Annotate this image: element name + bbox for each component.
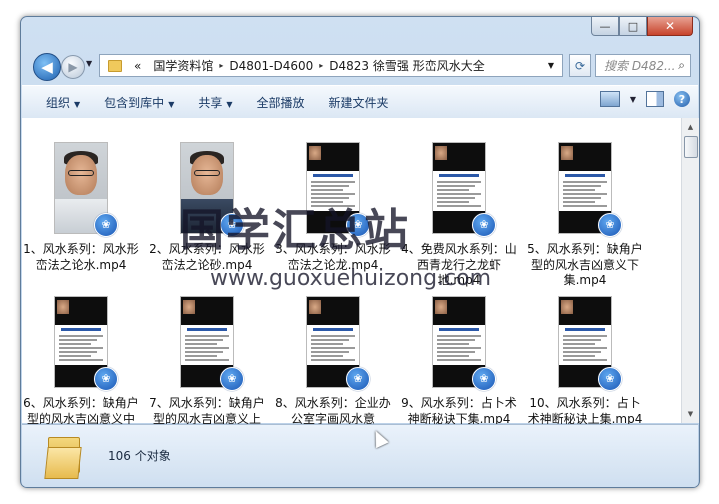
media-player-icon: ❀ xyxy=(94,367,118,391)
breadcrumb-segment[interactable]: 国学资料馆 xyxy=(147,57,219,74)
media-player-icon: ❀ xyxy=(598,213,622,237)
media-player-icon: ❀ xyxy=(472,213,496,237)
refresh-button[interactable]: ⟳ xyxy=(569,54,591,77)
scroll-thumb[interactable] xyxy=(684,136,698,158)
file-item[interactable]: ❀ 5、风水系列：缺角户型的风水吉凶意义下集.mp4 xyxy=(526,142,644,289)
share-menu[interactable]: 共享 ▼ xyxy=(198,94,232,111)
window-controls: — □ ✕ xyxy=(591,17,693,36)
media-player-icon: ❀ xyxy=(220,367,244,391)
search-placeholder: 搜索 D482... xyxy=(604,59,676,73)
file-name: 10、风水系列：占卜术神断秘诀上集.mp4 xyxy=(527,396,643,426)
breadcrumb-segment[interactable]: D4801-D4600 xyxy=(223,59,319,73)
file-item[interactable]: ❀6、风水系列：缺角户型的风水吉凶意义中集.mp4 xyxy=(22,296,140,443)
navigation-bar: ◀ ▶ ▼ « 国学资料馆 ▸ D4801-D4600 ▸ D4823 徐雪强 … xyxy=(29,50,691,82)
media-player-icon: ❀ xyxy=(598,367,622,391)
recent-pages-dropdown-icon[interactable]: ▼ xyxy=(86,59,92,68)
chevron-down-icon: ▼ xyxy=(74,99,81,109)
organize-menu[interactable]: 组织 ▼ xyxy=(46,94,80,111)
media-player-icon: ❀ xyxy=(472,367,496,391)
media-player-icon: ❀ xyxy=(346,367,370,391)
address-bar[interactable]: « 国学资料馆 ▸ D4801-D4600 ▸ D4823 徐雪强 形峦风水大全… xyxy=(99,54,563,77)
help-icon[interactable]: ? xyxy=(674,91,690,107)
play-all-button[interactable]: 全部播放 xyxy=(257,94,305,111)
file-item[interactable]: ❀ 1、风水系列：风水形峦法之论水.mp4 xyxy=(22,142,140,273)
file-item[interactable]: ❀7、风水系列：缺角户型的风水吉凶意义上集.mp4 xyxy=(148,296,266,443)
view-options-dropdown-icon[interactable]: ▼ xyxy=(630,95,636,104)
address-dropdown-icon[interactable]: ▼ xyxy=(548,61,554,70)
forward-button[interactable]: ▶ xyxy=(61,55,85,79)
vertical-scrollbar[interactable]: ▲ ▼ xyxy=(681,118,699,423)
search-input[interactable]: 搜索 D482... ⌕ xyxy=(595,54,691,77)
maximize-button[interactable]: □ xyxy=(619,17,647,36)
chevron-down-icon: ▼ xyxy=(226,99,233,109)
include-label: 包含到库中 xyxy=(104,95,165,110)
file-name: 1、风水系列：风水形峦法之论水.mp4 xyxy=(23,242,139,272)
file-item[interactable]: ❀8、风水系列：企业办公室字画风水意义.mp4 xyxy=(274,296,392,443)
search-icon[interactable]: ⌕ xyxy=(678,58,685,73)
minimize-button[interactable]: — xyxy=(591,17,619,36)
share-label: 共享 xyxy=(198,95,223,110)
address-overflow[interactable]: « xyxy=(128,59,147,73)
change-view-icon[interactable] xyxy=(599,91,620,107)
watermark-text: 国学汇总站 xyxy=(180,205,410,256)
folder-icon xyxy=(44,437,82,479)
new-folder-button[interactable]: 新建文件夹 xyxy=(329,94,389,111)
close-button[interactable]: ✕ xyxy=(647,17,693,36)
scroll-up-icon[interactable]: ▲ xyxy=(684,120,697,134)
organize-label: 组织 xyxy=(46,95,71,110)
file-name: 9、风水系列：占卜术神断秘诀下集.mp4 xyxy=(401,396,517,426)
file-item[interactable]: ❀ 10、风水系列：占卜术神断秘诀上集.mp4 xyxy=(526,296,644,427)
scroll-down-icon[interactable]: ▼ xyxy=(684,407,697,421)
include-in-library-menu[interactable]: 包含到库中 ▼ xyxy=(104,94,174,111)
media-player-icon: ❀ xyxy=(94,213,118,237)
details-pane: 106 个对象 xyxy=(22,424,698,487)
object-count: 106 个对象 xyxy=(108,449,171,463)
back-button[interactable]: ◀ xyxy=(33,53,61,81)
file-name: 5、风水系列：缺角户型的风水吉凶意义下集.mp4 xyxy=(527,242,643,287)
watermark-url: www.guoxuehuizong.com xyxy=(210,266,492,291)
command-bar: 组织 ▼ 包含到库中 ▼ 共享 ▼ 全部播放 新建文件夹 ▼ ? xyxy=(22,85,698,119)
breadcrumb-segment-current[interactable]: D4823 徐雪强 形峦风水大全 xyxy=(323,57,490,74)
folder-icon xyxy=(108,59,122,72)
preview-pane-icon[interactable] xyxy=(646,91,664,107)
chevron-down-icon: ▼ xyxy=(168,99,175,109)
file-item[interactable]: ❀ 9、风水系列：占卜术神断秘诀下集.mp4 xyxy=(400,296,518,427)
